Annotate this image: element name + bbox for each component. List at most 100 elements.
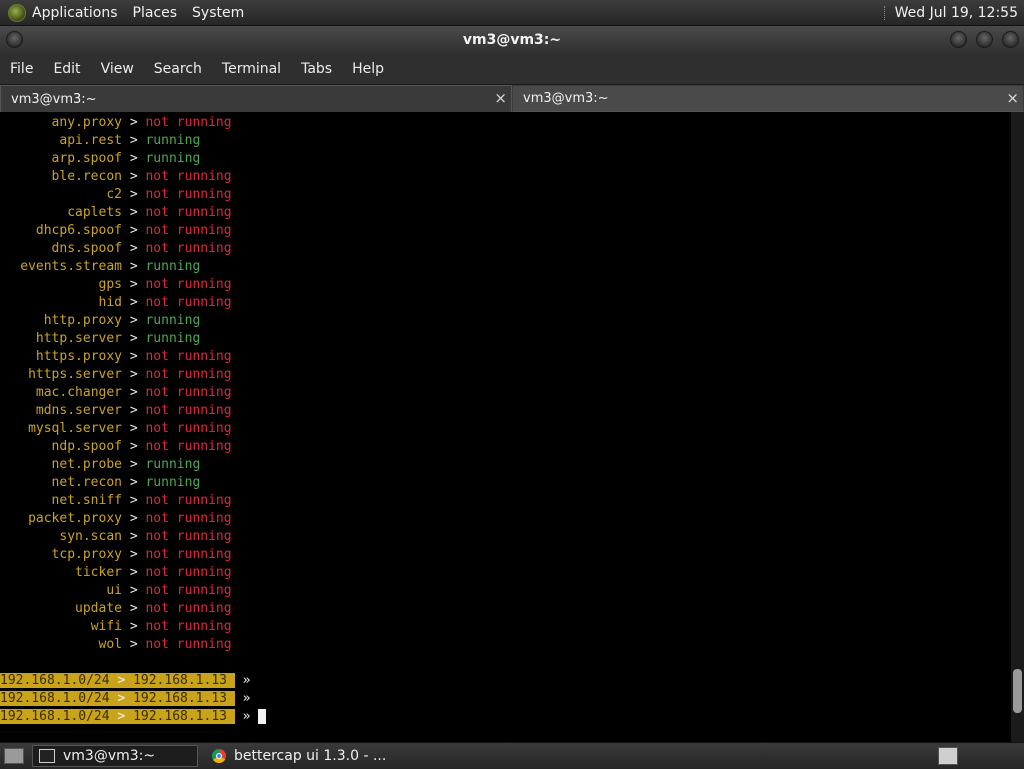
module-row: dhcp6.spoof > not running xyxy=(0,222,232,240)
scrollbar-thumb[interactable] xyxy=(1013,669,1022,713)
module-status: not running xyxy=(145,277,232,292)
taskbar-item-terminal[interactable]: vm3@vm3:~ xyxy=(32,745,198,767)
prompt-badge: 192.168.1.0/24 > 192.168.1.13 xyxy=(0,709,235,724)
module-row: tcp.proxy > not running xyxy=(0,546,232,564)
module-row: ticker > not running xyxy=(0,564,232,582)
module-row: caplets > not running xyxy=(0,204,231,222)
prompt-line: 192.168.1.0/24 > 192.168.1.13 » xyxy=(0,708,267,726)
bottom-panel: vm3@vm3:~ bettercap ui 1.3.0 - ... xyxy=(0,742,1024,769)
tab-label: vm3@vm3:~ xyxy=(11,91,97,107)
terminal-output[interactable]: any.proxy > not running api.rest > runnin… xyxy=(0,112,1011,742)
prompt-chevron: » xyxy=(242,673,251,688)
menu-file[interactable]: File xyxy=(0,61,43,77)
module-row: net.probe > running xyxy=(0,456,201,474)
close-window-button[interactable] xyxy=(1002,31,1019,48)
menu-tabs[interactable]: Tabs xyxy=(291,61,342,77)
module-name: net.recon xyxy=(51,475,122,490)
module-status: not running xyxy=(145,637,232,652)
module-separator: > xyxy=(129,241,138,256)
module-status: not running xyxy=(145,115,232,130)
applications-menu[interactable]: Applications xyxy=(32,5,118,21)
show-desktop-icon[interactable] xyxy=(4,748,24,764)
workspace-switcher[interactable] xyxy=(938,747,958,765)
taskbar-item-browser[interactable]: bettercap ui 1.3.0 - ... xyxy=(206,745,426,767)
prompt-badge: 192.168.1.0/24 > 192.168.1.13 xyxy=(0,691,235,706)
module-row: mdns.server > not running xyxy=(0,402,232,420)
module-row: https.server > not running xyxy=(0,366,232,384)
module-name: gps xyxy=(98,277,122,292)
tab-terminal-1[interactable]: vm3@vm3:~ × xyxy=(0,85,512,112)
module-status: not running xyxy=(145,349,232,364)
module-row: net.sniff > not running xyxy=(0,492,232,510)
module-separator: > xyxy=(129,331,138,346)
tab-close-icon[interactable]: × xyxy=(1006,90,1019,106)
module-name: api.rest xyxy=(59,133,122,148)
module-status: not running xyxy=(145,403,232,418)
module-row: wifi > not running xyxy=(0,618,232,636)
menu-terminal[interactable]: Terminal xyxy=(212,61,291,77)
module-separator: > xyxy=(129,493,138,508)
module-status: not running xyxy=(145,241,232,256)
module-row: any.proxy > not running xyxy=(0,114,232,132)
module-separator: > xyxy=(129,583,138,598)
module-status: running xyxy=(145,133,201,148)
module-separator: > xyxy=(129,169,138,184)
module-status: not running xyxy=(145,187,232,202)
minimize-button[interactable] xyxy=(950,31,967,48)
terminal-icon xyxy=(39,749,55,763)
module-separator: > xyxy=(129,403,138,418)
terminal-scrollbar[interactable] xyxy=(1011,112,1024,742)
prompt-ip: 192.168.1.13 xyxy=(133,673,227,688)
module-status: not running xyxy=(145,295,232,310)
module-name: https.server xyxy=(28,367,122,382)
places-menu[interactable]: Places xyxy=(133,5,178,21)
window-title-bar[interactable]: vm3@vm3:~ xyxy=(0,26,1024,54)
prompt-arrow: > xyxy=(117,709,126,724)
module-status: not running xyxy=(145,385,232,400)
menu-edit[interactable]: Edit xyxy=(43,61,90,77)
prompt-line: 192.168.1.0/24 > 192.168.1.13 » xyxy=(0,690,258,708)
menu-help[interactable]: Help xyxy=(342,61,394,77)
module-row: hid > not running xyxy=(0,294,232,312)
system-menu[interactable]: System xyxy=(192,5,244,21)
module-separator: > xyxy=(129,439,138,454)
tab-terminal-2[interactable]: vm3@vm3:~ × xyxy=(512,85,1024,112)
tab-bar: vm3@vm3:~ × vm3@vm3:~ × xyxy=(0,85,1024,112)
module-name: ui xyxy=(106,583,122,598)
module-name: mdns.server xyxy=(35,403,122,418)
module-status: not running xyxy=(145,619,232,634)
prompt-chevron: » xyxy=(242,691,251,706)
module-separator: > xyxy=(129,457,138,472)
module-name: c2 xyxy=(106,187,122,202)
top-panel: Applications Places System Wed Jul 19, 1… xyxy=(0,0,1024,26)
menu-search[interactable]: Search xyxy=(144,61,212,77)
module-name: update xyxy=(75,601,122,616)
module-name: dhcp6.spoof xyxy=(35,223,122,238)
module-row: gps > not running xyxy=(0,276,232,294)
module-name: dns.spoof xyxy=(51,241,122,256)
module-separator: > xyxy=(129,313,138,328)
clock[interactable]: Wed Jul 19, 12:55 xyxy=(895,5,1018,21)
module-name: wifi xyxy=(90,619,122,634)
terminal-cursor xyxy=(258,709,267,724)
tab-close-icon[interactable]: × xyxy=(494,90,507,106)
window-menu-icon[interactable] xyxy=(6,31,23,48)
module-name: wol xyxy=(98,637,122,652)
maximize-button[interactable] xyxy=(976,31,993,48)
prompt-chevron: » xyxy=(242,709,251,724)
prompt-arrow: > xyxy=(117,673,126,688)
module-separator: > xyxy=(129,475,138,490)
module-status: not running xyxy=(145,421,232,436)
distro-logo-icon[interactable] xyxy=(8,3,26,22)
module-status: not running xyxy=(145,529,232,544)
module-name: hid xyxy=(98,295,122,310)
module-separator: > xyxy=(129,529,138,544)
module-status: not running xyxy=(145,511,232,526)
module-status: running xyxy=(145,259,201,274)
module-separator: > xyxy=(129,349,138,364)
module-separator: > xyxy=(129,637,138,652)
menu-view[interactable]: View xyxy=(91,61,144,77)
module-name: http.server xyxy=(35,331,122,346)
module-row: c2 > not running xyxy=(0,186,232,204)
module-row: http.proxy > running xyxy=(0,312,201,330)
